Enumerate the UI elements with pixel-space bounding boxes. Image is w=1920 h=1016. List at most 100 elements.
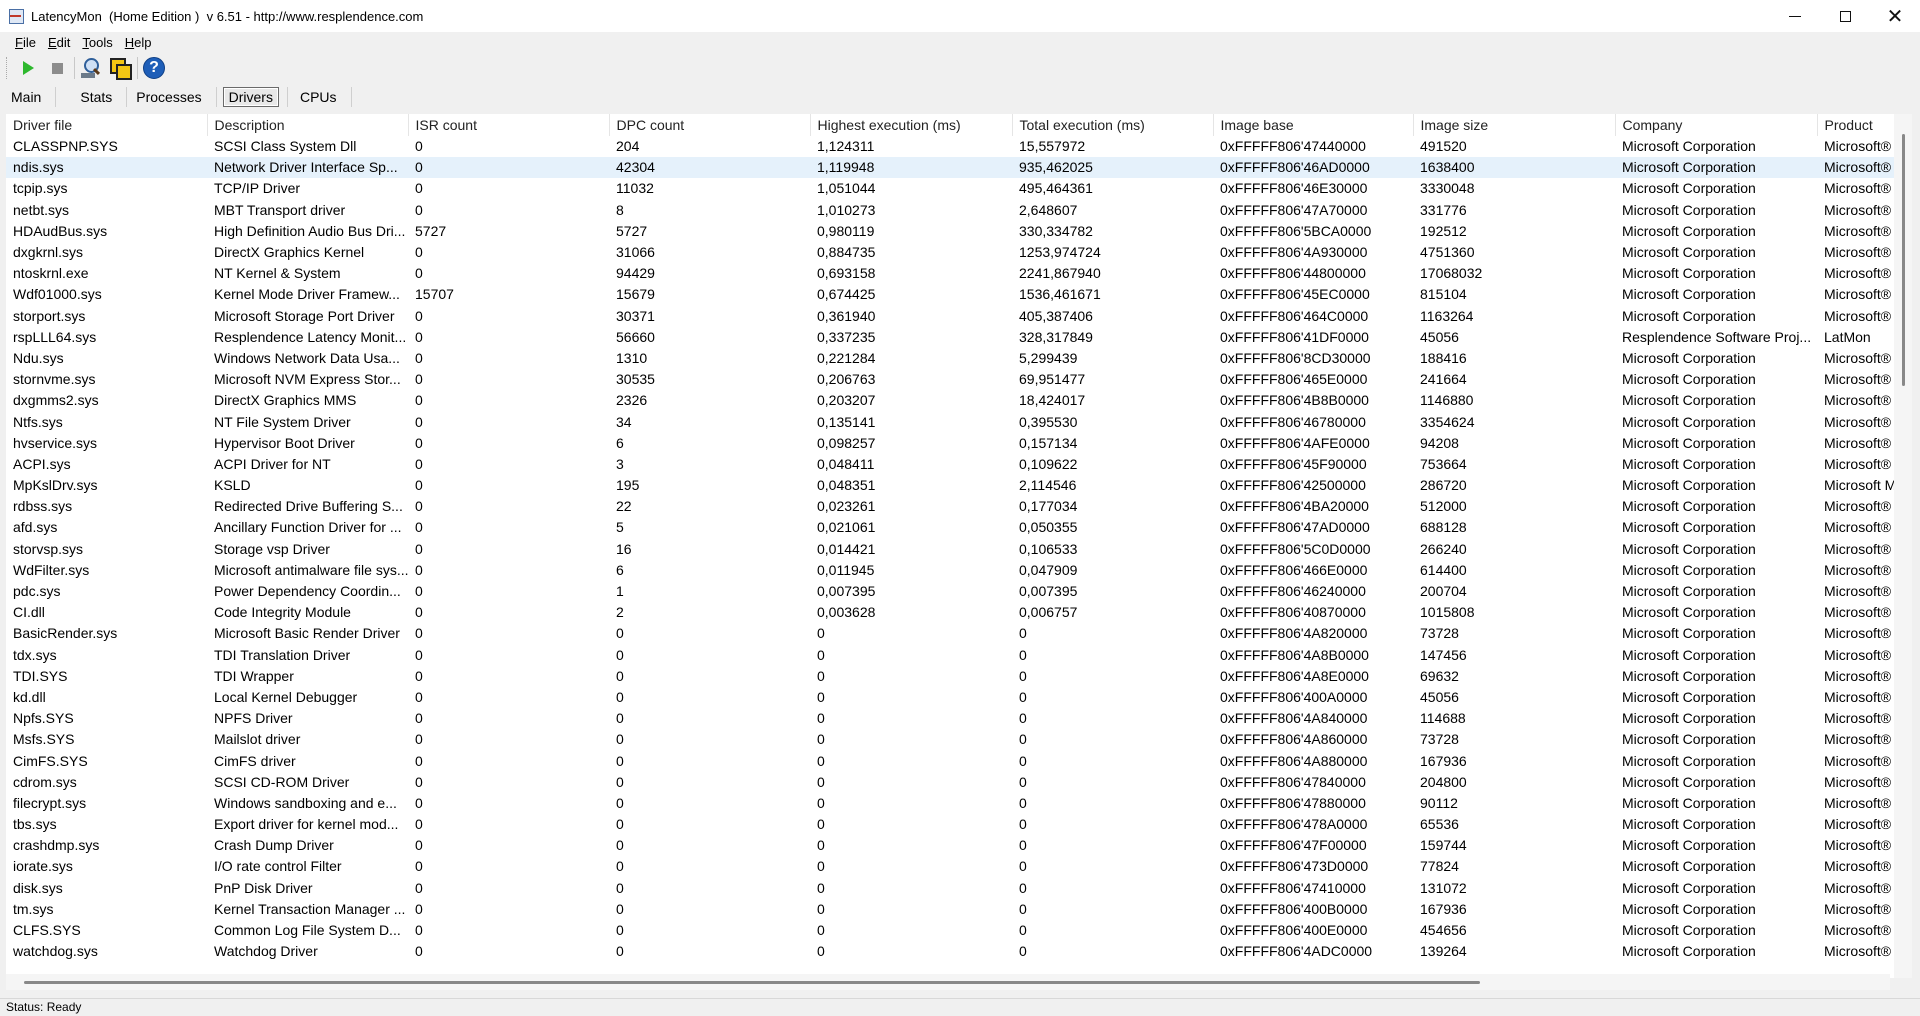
menu-edit[interactable]: Edit bbox=[41, 35, 75, 50]
table-cell: Microsoft Corporation bbox=[1622, 731, 1756, 748]
table-cell: 0 bbox=[616, 646, 624, 663]
table-cell: 30535 bbox=[616, 371, 655, 388]
table-cell: 1146880 bbox=[1420, 392, 1474, 409]
stop-button[interactable] bbox=[43, 54, 71, 82]
table-row[interactable]: cdrom.sys SCSI CD-ROM Driver 0 0 0 0 0xFFFFF80… bbox=[6, 772, 1908, 793]
column-header[interactable]: Image size bbox=[1413, 114, 1616, 136]
table-row[interactable]: Ntfs.sys NT File System Driver 0 34 0,135141… bbox=[6, 411, 1908, 432]
menu-help[interactable]: Help bbox=[118, 35, 157, 50]
table-cell: 0 bbox=[415, 646, 423, 663]
column-header[interactable]: Total execution (ms) bbox=[1012, 114, 1214, 136]
column-header[interactable]: Highest execution (ms) bbox=[810, 114, 1013, 136]
menu-file[interactable]: File bbox=[0, 35, 41, 50]
table-row[interactable]: stornvme.sys Microsoft NVM Express Stor..… bbox=[6, 369, 1908, 390]
table-cell: Microsoft Corporation bbox=[1622, 519, 1756, 536]
analyze-button[interactable] bbox=[77, 54, 105, 82]
table-cell: 0 bbox=[415, 392, 423, 409]
table-row[interactable]: kd.dll Local Kernel Debugger 0 0 0 0 0xFFFFF80… bbox=[6, 687, 1908, 708]
table-row[interactable]: iorate.sys I/O rate control Filter 0 0 0 0 0xF… bbox=[6, 856, 1908, 877]
copy-button[interactable] bbox=[106, 54, 134, 82]
table-cell: 0xFFFFF806'4A860000 bbox=[1220, 731, 1368, 748]
table-row[interactable]: Wdf01000.sys Kernel Mode Driver Framew...… bbox=[6, 284, 1908, 305]
vertical-scrollbar-thumb[interactable] bbox=[1902, 134, 1905, 386]
close-button[interactable]: ✕ bbox=[1870, 0, 1920, 32]
table-row[interactable]: ACPI.sys ACPI Driver for NT 0 3 0,048411 0,10… bbox=[6, 454, 1908, 475]
toolbar-grip[interactable] bbox=[6, 57, 10, 79]
table-row[interactable]: CLFS.SYS Common Log File System D... 0 0 0 0 0… bbox=[6, 920, 1908, 941]
table-cell: I/O rate control Filter bbox=[214, 858, 342, 875]
table-row[interactable]: Npfs.SYS NPFS Driver 0 0 0 0 0xFFFFF806'4A8400… bbox=[6, 708, 1908, 729]
table-row[interactable]: storvsp.sys Storage vsp Driver 0 16 0,014421… bbox=[6, 539, 1908, 560]
start-button[interactable] bbox=[14, 54, 42, 82]
menu-tools[interactable]: Tools bbox=[75, 35, 117, 50]
horizontal-scrollbar[interactable] bbox=[6, 974, 1890, 990]
maximize-button[interactable] bbox=[1820, 0, 1870, 32]
column-header[interactable]: Company bbox=[1615, 114, 1818, 136]
column-header[interactable]: DPC count bbox=[609, 114, 811, 136]
table-row[interactable]: CimFS.SYS CimFS driver 0 0 0 0 0xFFFFF806'4A88… bbox=[6, 750, 1908, 771]
help-button[interactable]: ? bbox=[140, 54, 168, 82]
tab-stats[interactable]: Stats bbox=[74, 87, 118, 107]
table-cell: 0 bbox=[817, 943, 825, 960]
table-cell: PnP Disk Driver bbox=[214, 879, 313, 896]
table-row[interactable]: rdbss.sys Redirected Drive Buffering S...… bbox=[6, 496, 1908, 517]
column-header[interactable]: Driver file bbox=[6, 114, 208, 136]
table-cell: kd.dll bbox=[13, 688, 46, 705]
table-cell: 0 bbox=[415, 583, 423, 600]
table-cell: Microsoft Corporation bbox=[1622, 858, 1756, 875]
table-row[interactable]: filecrypt.sys Windows sandboxing and e...… bbox=[6, 793, 1908, 814]
table-cell: 2326 bbox=[616, 392, 648, 409]
table-row[interactable]: ntoskrnl.exe NT Kernel & System 0 94429 0,69… bbox=[6, 263, 1908, 284]
table-row[interactable]: HDAudBus.sys High Definition Audio Bus Dr… bbox=[6, 221, 1908, 242]
vertical-scrollbar[interactable] bbox=[1894, 114, 1912, 978]
table-row[interactable]: dxgkrnl.sys DirectX Graphics Kernel 0 31066… bbox=[6, 242, 1908, 263]
table-row[interactable]: crashdmp.sys Crash Dump Driver 0 0 0 0 0xFFFFF… bbox=[6, 835, 1908, 856]
table-row[interactable]: netbt.sys MBT Transport driver 0 8 1,010273 2… bbox=[6, 200, 1908, 221]
table-row[interactable]: pdc.sys Power Dependency Coordin... 0 1 0,00… bbox=[6, 581, 1908, 602]
table-row[interactable]: disk.sys PnP Disk Driver 0 0 0 0 0xFFFFF806'47… bbox=[6, 878, 1908, 899]
horizontal-scrollbar-thumb[interactable] bbox=[24, 981, 1480, 984]
table-row[interactable]: CI.dll Code Integrity Module 0 2 0,003628 0,0… bbox=[6, 602, 1908, 623]
table-row[interactable]: storport.sys Microsoft Storage Port Drive… bbox=[6, 306, 1908, 327]
table-row[interactable]: CLASSPNP.SYS SCSI Class System Dll 0 204 1,1… bbox=[6, 136, 1908, 157]
drivers-list[interactable]: Driver file Description ISR count DPC count… bbox=[6, 114, 1908, 978]
table-row[interactable]: rspLLL64.sys Resplendence Latency Monit..… bbox=[6, 327, 1908, 348]
table-cell: 0xFFFFF806'4B8B0000 bbox=[1220, 392, 1369, 409]
table-cell: 0xFFFFF806'46AD0000 bbox=[1213, 157, 1413, 179]
table-cell: Microsoft Corporation bbox=[1622, 646, 1756, 663]
table-row[interactable]: tdx.sys TDI Translation Driver 0 0 0 0 0xFFFFF… bbox=[6, 645, 1908, 666]
table-row[interactable]: tbs.sys Export driver for kernel mod... 0 0… bbox=[6, 814, 1908, 835]
table-row[interactable]: TDI.SYS TDI Wrapper 0 0 0 0 0xFFFFF806'4A8E000… bbox=[6, 666, 1908, 687]
table-row[interactable]: tm.sys Kernel Transaction Manager ... 0 0 0 0… bbox=[6, 899, 1908, 920]
table-cell: 0xFFFFF806'46240000 bbox=[1220, 583, 1366, 600]
table-cell: Resplendence Software Proj... bbox=[1622, 328, 1812, 345]
table-row[interactable]: MpKslDrv.sys KSLD 0 195 0,048351 2,114546 0xFF… bbox=[6, 475, 1908, 496]
table-cell: NPFS Driver bbox=[214, 710, 293, 727]
table-cell: 286720 bbox=[1420, 477, 1467, 494]
table-cell: 5,299439 bbox=[1019, 349, 1078, 366]
table-row[interactable]: afd.sys Ancillary Function Driver for ...… bbox=[6, 517, 1908, 538]
table-cell: 0xFFFFF806'47410000 bbox=[1220, 879, 1366, 896]
table-row[interactable]: dxgmms2.sys DirectX Graphics MMS 0 2326 0,20… bbox=[6, 390, 1908, 411]
table-row[interactable]: hvservice.sys Hypervisor Boot Driver 0 6 0,0… bbox=[6, 433, 1908, 454]
table-cell: 0 bbox=[616, 625, 624, 642]
table-cell: Microsoft Corporation bbox=[1622, 244, 1756, 261]
table-cell: 167936 bbox=[1420, 752, 1467, 769]
tab-main[interactable]: Main bbox=[5, 87, 47, 107]
table-row[interactable]: WdFilter.sys Microsoft antimalware file s… bbox=[6, 560, 1908, 581]
table-row[interactable]: Ndu.sys Windows Network Data Usa... 0 1310 0… bbox=[6, 348, 1908, 369]
column-header[interactable]: ISR count bbox=[408, 114, 610, 136]
table-row[interactable]: tcpip.sys TCP/IP Driver 0 11032 1,051044 495,… bbox=[6, 178, 1908, 199]
tab-processes[interactable]: Processes bbox=[130, 87, 207, 107]
minimize-button[interactable] bbox=[1770, 0, 1820, 32]
column-header[interactable]: Image base bbox=[1213, 114, 1414, 136]
table-row[interactable]: BasicRender.sys Microsoft Basic Render Dr… bbox=[6, 623, 1908, 644]
tab-cpus[interactable]: CPUs bbox=[294, 87, 343, 107]
table-row[interactable]: Msfs.SYS Mailslot driver 0 0 0 0 0xFFFFF806'4A… bbox=[6, 729, 1908, 750]
table-row[interactable]: ndis.sys Network Driver Interface Sp... 0 4… bbox=[6, 157, 1908, 179]
table-row[interactable]: watchdog.sys Watchdog Driver 0 0 0 0 0xFFFFF80… bbox=[6, 941, 1908, 962]
column-header[interactable]: Description bbox=[207, 114, 409, 136]
tab-drivers[interactable]: Drivers bbox=[222, 87, 279, 107]
table-cell: 0xFFFFF806'41DF0000 bbox=[1220, 328, 1369, 345]
table-cell: 0,221284 bbox=[817, 349, 876, 366]
